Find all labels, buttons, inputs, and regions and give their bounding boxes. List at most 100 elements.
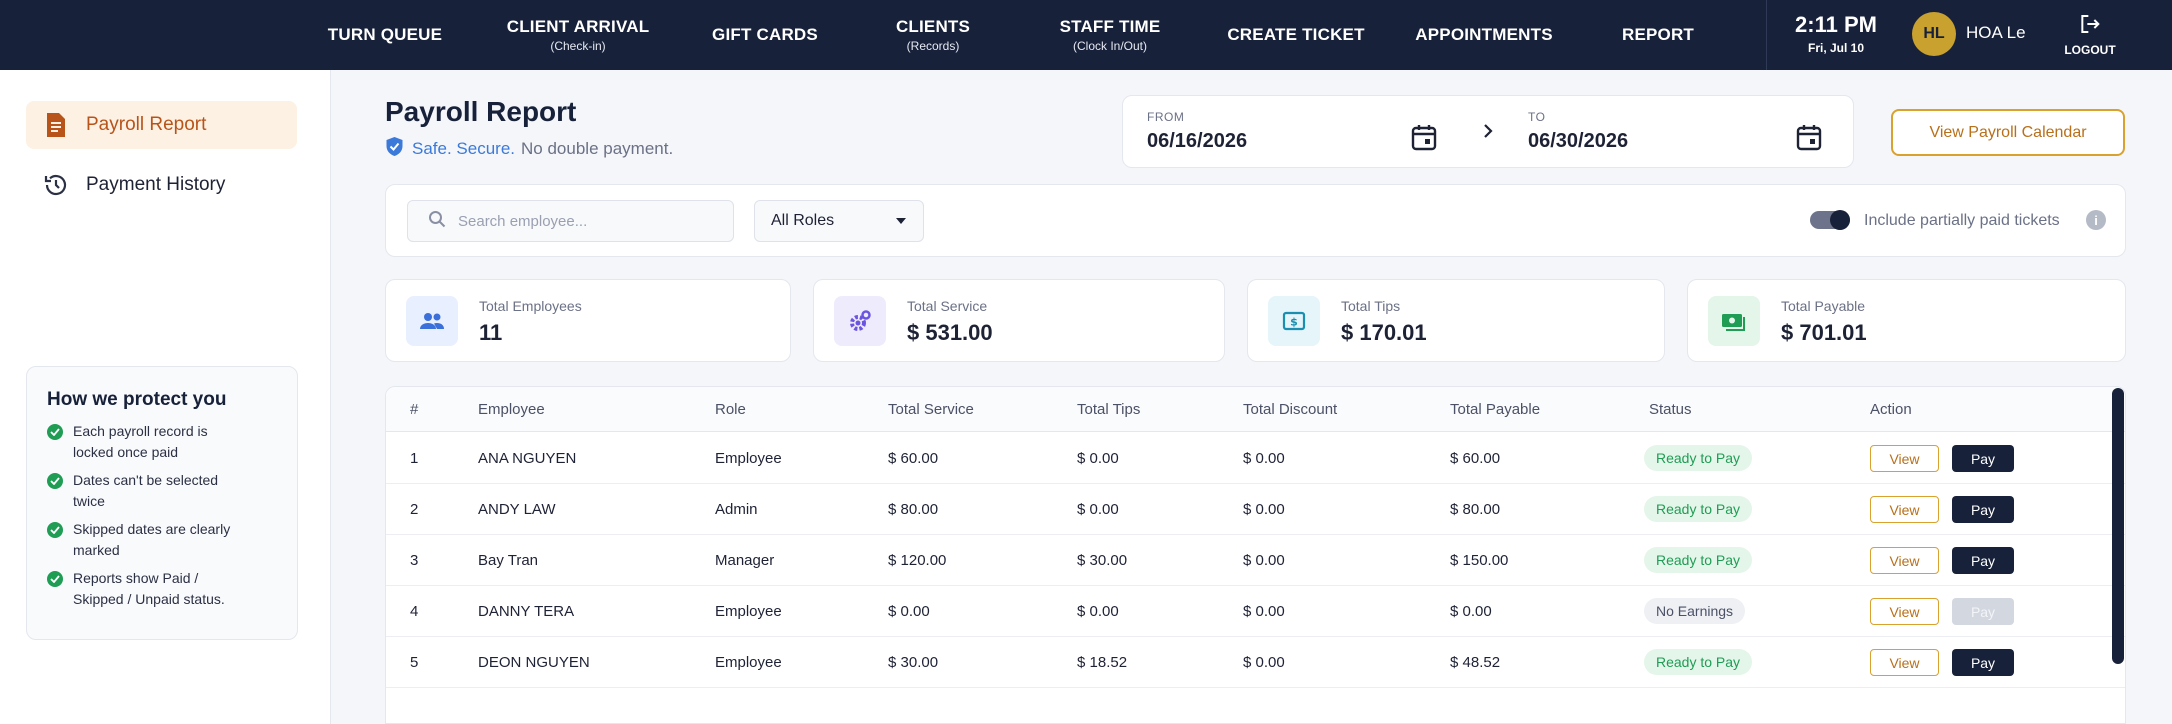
column-header[interactable]: Total Discount [1243,401,1337,418]
nav-appointments[interactable]: APPOINTMENTS [1415,0,1552,70]
table-row[interactable]: 1 ANA NGUYEN Employee $ 60.00 $ 0.00 $ 0… [386,433,2125,484]
calendar-icon[interactable] [1796,124,1822,156]
status-badge: Ready to Pay [1644,547,1753,573]
sidebar-item-payroll-report[interactable]: Payroll Report [26,101,297,149]
gear-icon [834,296,886,346]
avatar[interactable]: HL [1912,12,1956,56]
top-nav-bar: TURN QUEUE CLIENT ARRIVAL (Check-in) GIF… [0,0,2172,70]
column-header[interactable]: Total Service [888,401,974,418]
pay-button[interactable]: Pay [1952,496,2014,523]
pay-button[interactable]: Pay [1952,547,2014,574]
status-badge: Ready to Pay [1644,649,1753,675]
pay-button[interactable]: Pay [1952,445,2014,472]
view-button[interactable]: View [1870,496,1939,523]
protection-item-text: Each payroll record is locked once paid [73,423,208,460]
column-header[interactable]: Status [1649,401,1692,418]
search-box[interactable] [407,200,734,242]
cell-total-payable: $ 48.52 [1450,654,1501,671]
nav-sublabel: (Check-in) [550,39,606,53]
column-header[interactable]: Employee [478,401,545,418]
svg-text:$: $ [1290,316,1298,329]
column-header[interactable]: Role [715,401,746,418]
page-title: Payroll Report [385,96,577,127]
nav-label: CREATE TICKET [1227,25,1365,44]
protection-item: Skipped dates are clearly marked [47,521,277,561]
protection-item-text: Dates can't be selected twice [73,472,219,509]
stat-value: 11 [479,320,503,345]
cell-employee: DANNY TERA [478,603,575,620]
cell-role: Employee [715,654,782,671]
calendar-icon[interactable] [1411,124,1437,156]
nav-label: TURN QUEUE [327,25,443,44]
stat-value: $ 170.01 [1341,320,1427,345]
nav-turn-queue[interactable]: TURN QUEUE [328,0,442,70]
cell-role: Admin [715,501,758,518]
cell-number: 5 [410,654,419,671]
table-header: # Employee Role Total Service Total Tips… [386,387,2125,432]
security-highlight: Safe. Secure. [412,139,516,158]
cell-total-discount: $ 0.00 [1243,501,1285,518]
view-button[interactable]: View [1870,598,1939,625]
view-button[interactable]: View [1870,547,1939,574]
cell-total-payable: $ 150.00 [1450,552,1509,569]
stat-label: Total Service [907,298,988,314]
partial-paid-toggle[interactable] [1810,210,1850,230]
search-input[interactable] [458,212,718,230]
cell-total-service: $ 60.00 [888,450,939,467]
column-header[interactable]: Total Payable [1450,401,1540,418]
nav-create-ticket[interactable]: CREATE TICKET [1227,0,1364,70]
table-row[interactable]: 4 DANNY TERA Employee $ 0.00 $ 0.00 $ 0.… [386,586,2125,637]
sidebar-item-label: Payment History [86,174,226,195]
protection-item-text: Reports show Paid / Skipped / Unpaid sta… [73,570,225,607]
stat-label: Total Tips [1341,298,1401,314]
cell-number: 4 [410,603,419,620]
protection-item-text: Skipped dates are clearly marked [73,521,231,558]
cell-employee: DEON NGUYEN [478,654,590,671]
logout-button[interactable]: LOGOUT [2064,14,2116,57]
table-row[interactable]: 2 ANDY LAW Admin $ 80.00 $ 0.00 $ 0.00 $… [386,484,2125,535]
cell-role: Employee [715,450,782,467]
nav-client-arrival[interactable]: CLIENT ARRIVAL (Check-in) [507,0,650,70]
table-row[interactable]: 3 Bay Tran Manager $ 120.00 $ 30.00 $ 0.… [386,535,2125,586]
nav-label: CLIENTS [895,17,971,36]
column-header[interactable]: Total Tips [1077,401,1140,418]
cell-number: 2 [410,501,419,518]
check-circle-icon [47,424,63,440]
role-select[interactable]: All Roles [754,200,924,242]
table-row[interactable]: 5 DEON NGUYEN Employee $ 30.00 $ 18.52 $… [386,637,2125,688]
info-icon[interactable]: i [2086,210,2106,230]
nav-report[interactable]: REPORT [1622,0,1694,70]
from-date[interactable]: 06/16/2026 [1147,130,1247,153]
view-button[interactable]: View [1870,649,1939,676]
logout-icon [2079,14,2101,39]
nav-label: GIFT CARDS [712,25,818,44]
users-icon [406,296,458,346]
cell-total-tips: $ 0.00 [1077,501,1119,518]
user-name[interactable]: HOA Le [1966,23,2026,43]
clock-time: 2:11 PM [1795,12,1877,37]
protection-item: Reports show Paid / Skipped / Unpaid sta… [47,570,277,610]
check-circle-icon [47,522,63,538]
cell-total-service: $ 80.00 [888,501,939,518]
dollar-bill-icon: $ [1268,296,1320,346]
view-button[interactable]: View [1870,445,1939,472]
nav-gift-cards[interactable]: GIFT CARDS [712,0,818,70]
to-date[interactable]: 06/30/2026 [1528,130,1628,153]
nav-staff-time[interactable]: STAFF TIME (Clock In/Out) [1060,0,1161,70]
cell-employee: ANA NGUYEN [478,450,577,467]
sidebar-item-payment-history[interactable]: Payment History [26,161,297,209]
cell-total-payable: $ 0.00 [1450,603,1492,620]
cell-role: Manager [715,552,775,569]
nav-clients[interactable]: CLIENTS (Records) [896,0,970,70]
cell-total-tips: $ 0.00 [1077,603,1119,620]
chevron-right-icon [1481,122,1495,145]
view-payroll-calendar-button[interactable]: View Payroll Calendar [1891,109,2125,156]
table-scrollbar[interactable] [2112,388,2124,664]
document-icon [26,112,86,138]
from-label: FROM [1147,110,1185,124]
security-note: Safe. Secure. No double payment. [385,136,673,162]
stat-card-payable: Total Payable $ 701.01 [1687,279,2126,362]
pay-button[interactable]: Pay [1952,649,2014,676]
protection-item: Dates can't be selected twice [47,472,277,512]
cell-total-tips: $ 18.52 [1077,654,1128,671]
